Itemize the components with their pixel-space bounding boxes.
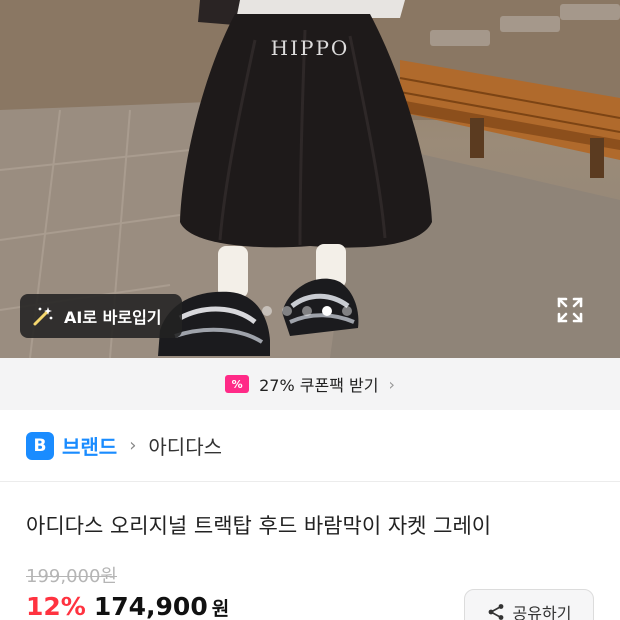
brand-link[interactable]: 브랜드 xyxy=(62,431,117,460)
coupon-label: 27% 쿠폰팩 받기 xyxy=(259,376,379,395)
share-icon xyxy=(488,604,503,620)
product-image[interactable]: HIPPO AI로 바로입기 xyxy=(0,0,620,358)
share-label: 공유하기 xyxy=(512,604,572,620)
ai-try-on-button[interactable]: AI로 바로입기 xyxy=(20,294,182,338)
chevron-right-icon: › xyxy=(388,374,395,394)
carousel-dot[interactable] xyxy=(282,306,292,316)
fullscreen-icon[interactable] xyxy=(556,296,584,324)
carousel-dot[interactable] xyxy=(342,306,352,316)
carousel-dot[interactable] xyxy=(262,306,272,316)
discount-rate: 12% xyxy=(26,592,86,620)
product-title: 아디다스 오리지널 트랙탑 후드 바람막이 자켓 그레이 xyxy=(26,514,492,538)
image-watermark: HIPPO xyxy=(270,36,350,60)
coupon-pack-banner[interactable]: % 27% 쿠폰팩 받기 › xyxy=(0,358,620,410)
brand-breadcrumb: B 브랜드 › 아디다스 xyxy=(0,410,620,482)
share-button[interactable]: 공유하기 xyxy=(464,589,594,620)
brand-badge-icon: B xyxy=(26,431,54,460)
carousel-dot-active[interactable] xyxy=(322,306,332,316)
brand-name-link[interactable]: 아디다스 xyxy=(148,431,222,460)
currency-unit: 원 xyxy=(211,598,230,620)
magic-wand-icon xyxy=(33,307,53,326)
original-price: 199,000원 xyxy=(26,566,117,587)
coupon-icon: % xyxy=(225,375,250,393)
sale-price: 174,900 xyxy=(93,592,208,620)
carousel-dot[interactable] xyxy=(302,306,312,316)
price-row: 12% 174,900 원 xyxy=(26,592,229,620)
breadcrumb-separator: › xyxy=(129,435,137,456)
ai-try-on-label: AI로 바로입기 xyxy=(64,308,162,327)
carousel-indicator xyxy=(262,306,352,316)
